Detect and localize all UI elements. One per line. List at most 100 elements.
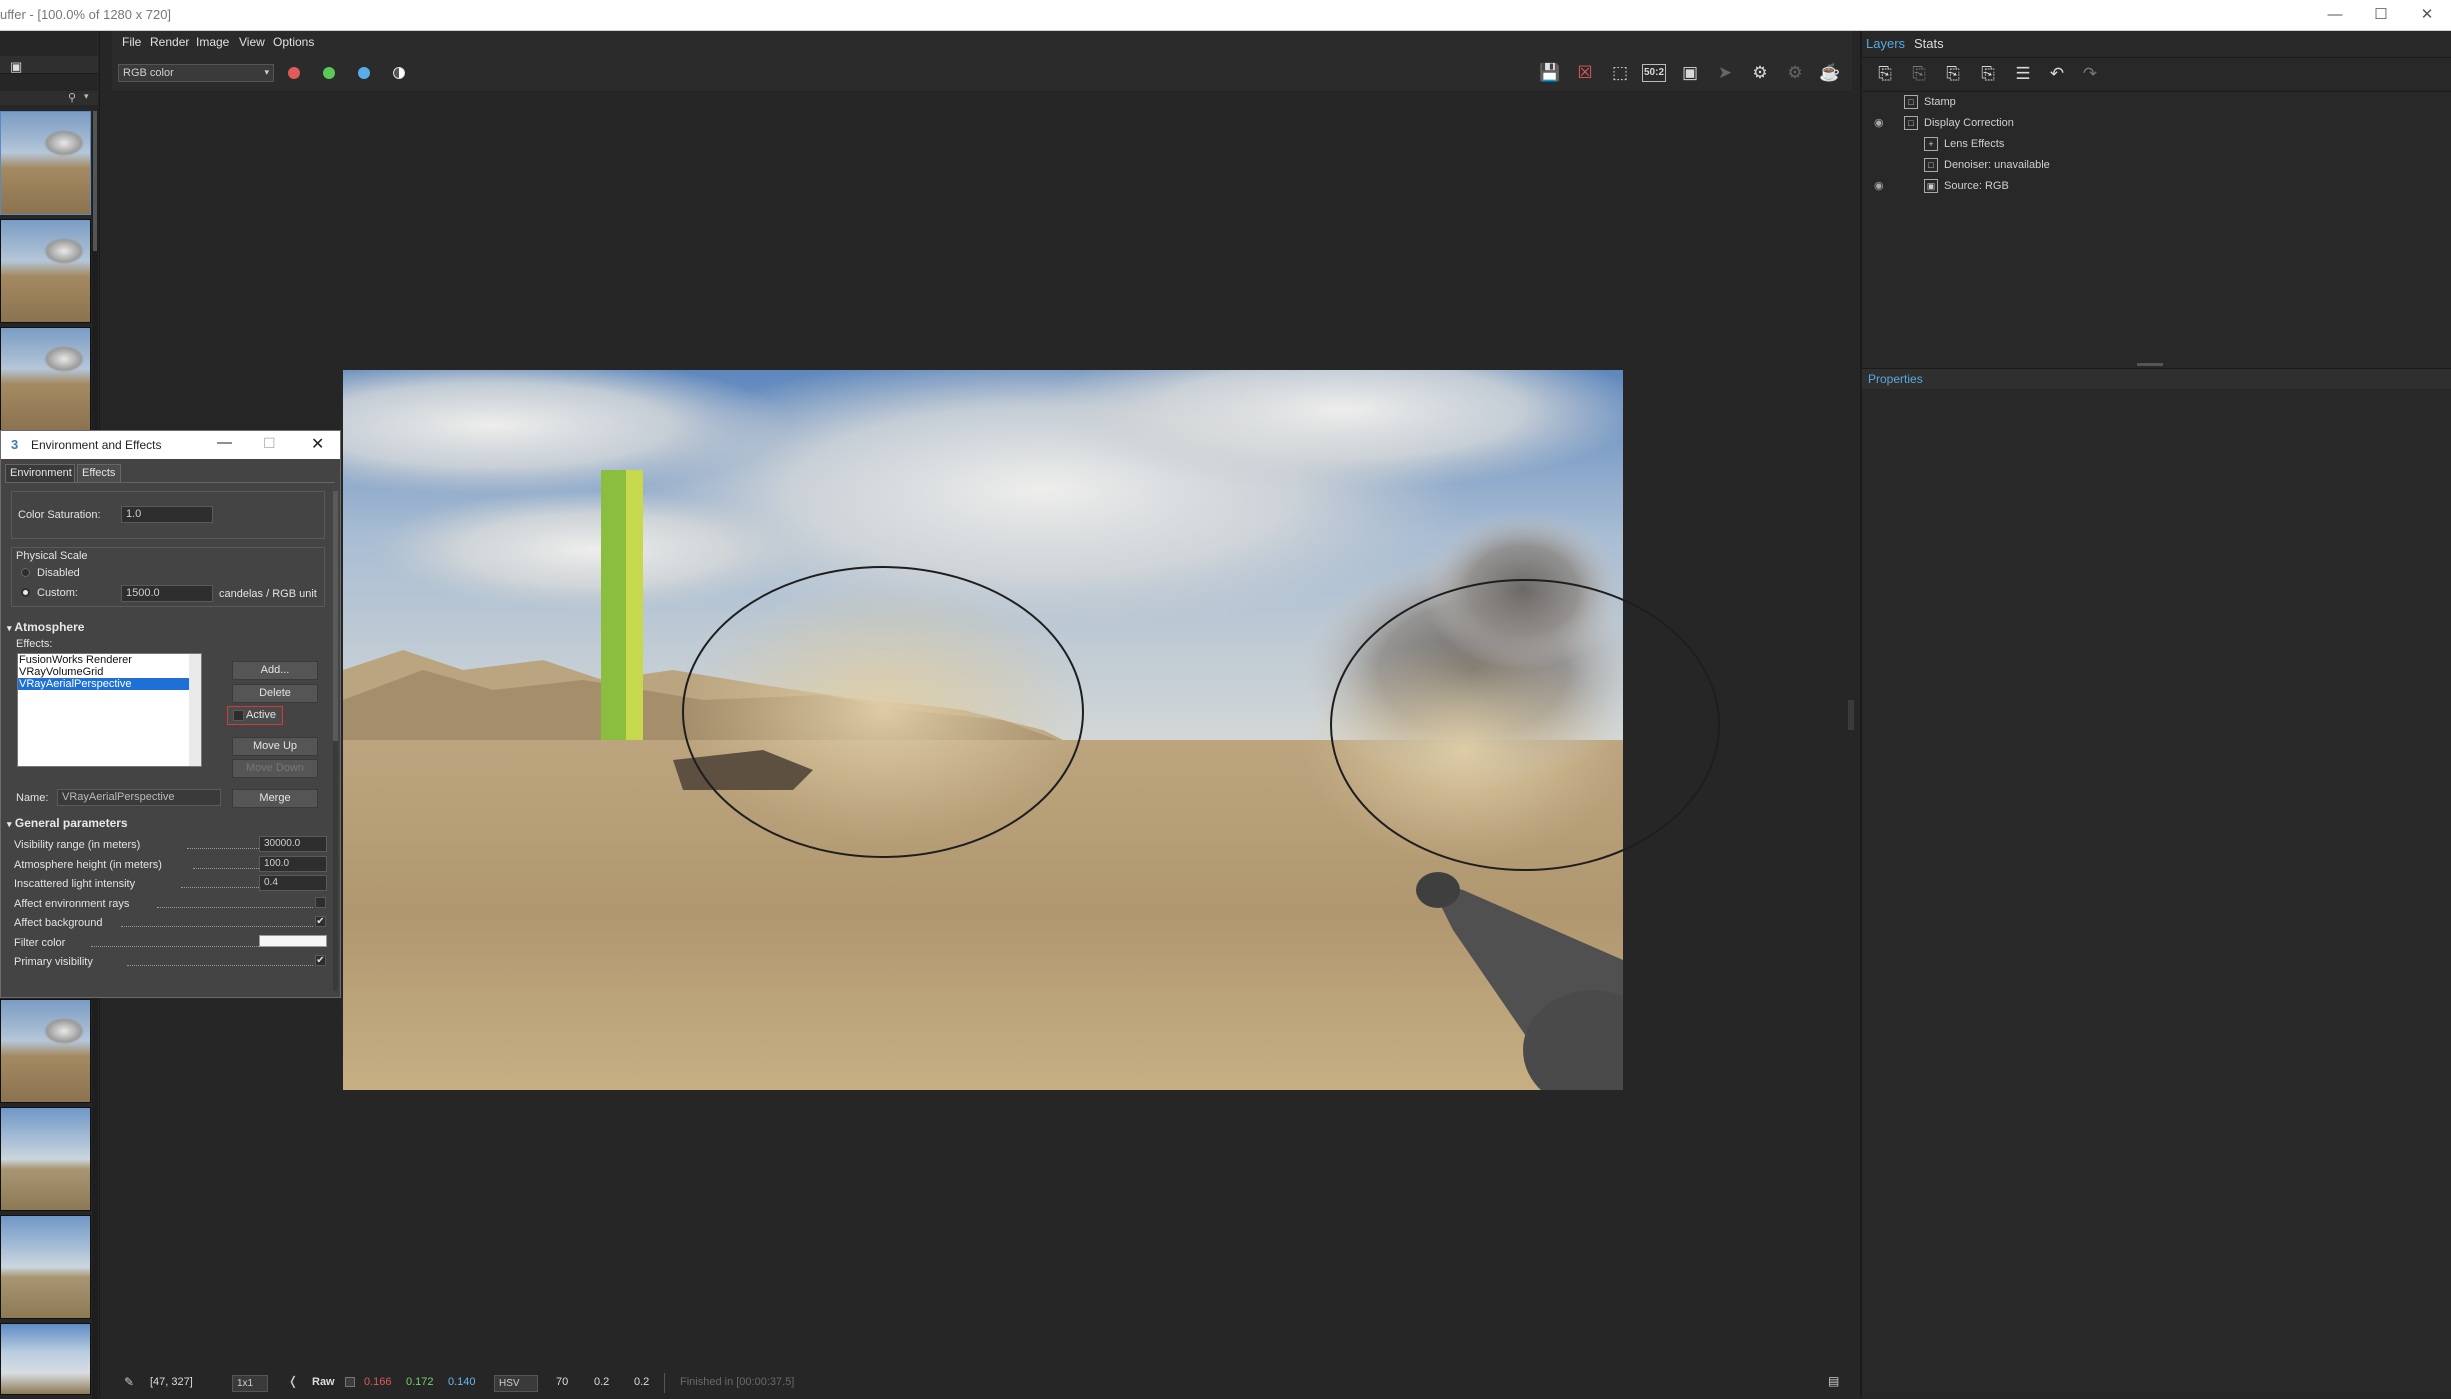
close-button[interactable]: ✕ [2404, 0, 2450, 31]
layer-row[interactable]: ◉ □ Display Correction [1862, 113, 2451, 134]
layer-load-icon[interactable]: ⎘ [1872, 61, 1898, 87]
param-spinner[interactable]: 0.4 [259, 875, 327, 891]
teapot-icon[interactable]: ☕ [1817, 60, 1843, 86]
atmosphere-header: Atmosphere [14, 620, 85, 634]
layer-save-icon[interactable]: ⎘ [1906, 61, 1932, 87]
red-channel-dot[interactable] [288, 67, 300, 79]
region-select-icon[interactable]: ⬚ [1607, 60, 1633, 86]
dialog-scrollbar[interactable] [333, 491, 338, 991]
history-thumbnail[interactable] [0, 219, 91, 323]
custom-radio[interactable] [21, 588, 30, 597]
alpha-channel-icon[interactable] [393, 67, 405, 79]
raw-label: Raw [312, 1376, 335, 1388]
param-spinner[interactable]: 30000.0 [259, 836, 327, 852]
clear-image-icon[interactable]: ☒ [1572, 60, 1598, 86]
add-effect-button[interactable]: Add... [232, 661, 318, 680]
interactive-render-icon[interactable]: ⚙ [1782, 60, 1808, 86]
menu-file[interactable]: File [122, 35, 141, 49]
move-up-button[interactable]: Move Up [232, 737, 318, 756]
effects-listbox[interactable]: FusionWorks Renderer VRayVolumeGrid VRayAe… [17, 653, 202, 767]
menu-options[interactable]: Options [273, 35, 314, 49]
merge-button[interactable]: Merge [232, 789, 318, 808]
panel-splitter[interactable] [2137, 363, 2163, 366]
image-icon[interactable]: ▣ [10, 59, 22, 75]
menu-render[interactable]: Render [150, 35, 189, 49]
pick-icon[interactable]: ✎ [124, 1375, 134, 1389]
chevron-down-icon: ▾ [264, 67, 269, 77]
layer-list-icon[interactable]: ☰ [2010, 61, 2036, 87]
channel-select[interactable]: RGB color ▾ [118, 64, 274, 82]
tab-layers[interactable]: Layers [1866, 36, 1905, 51]
history-thumbnail[interactable] [0, 999, 91, 1103]
effect-list-item[interactable]: VRayAerialPerspective [18, 678, 189, 690]
disabled-radio[interactable] [21, 568, 30, 577]
tab-effects[interactable]: Effects [77, 464, 121, 482]
layer-delete-icon[interactable]: ⎘ [1975, 61, 2001, 87]
chevron-down-icon[interactable]: ▾ [84, 91, 89, 102]
effects-label: Effects: [16, 638, 53, 650]
tab-environment[interactable]: Environment [5, 464, 75, 482]
history-thumbnail[interactable] [0, 1215, 91, 1319]
pixel-zoom-select[interactable]: 1x1 [232, 1375, 268, 1392]
layer-row[interactable]: □ Stamp [1862, 92, 2451, 113]
move-down-button[interactable]: Move Down [232, 759, 318, 778]
param-leader-dots [193, 860, 259, 869]
green-channel-dot[interactable] [323, 67, 335, 79]
param-spinner[interactable]: 100.0 [259, 855, 327, 872]
history-thumbnail[interactable] [0, 1107, 91, 1211]
eye-icon[interactable]: ◉ [1874, 179, 1884, 192]
render-teapot-icon[interactable]: ⚙ [1747, 60, 1773, 86]
effects-list-scrollbar[interactable] [189, 654, 201, 766]
active-checkbox[interactable]: Active [227, 706, 283, 725]
layer-tree: □ Stamp ◉ □ Display Correction + Lens Effects □… [1862, 92, 2451, 392]
param-checkbox[interactable] [315, 896, 326, 908]
colorspace-select[interactable]: HSV [494, 1375, 538, 1392]
filter-color-swatch[interactable] [259, 934, 327, 947]
cursor-coords: [47, 327] [150, 1376, 193, 1388]
atmosphere-rollout-header[interactable]: ▾ Atmosphere [7, 620, 333, 640]
pixel-zoom-value: 1x1 [237, 1378, 254, 1389]
param-checkbox[interactable]: ✔ [315, 955, 326, 966]
dialog-maximize-button[interactable]: ☐ [263, 435, 276, 452]
cursor-icon[interactable]: ➤ [1712, 60, 1738, 86]
layer-add-icon[interactable]: ⎘ [1940, 61, 1966, 87]
save-icon[interactable]: 💾 [1537, 60, 1563, 86]
history-thumbnail[interactable] [0, 111, 91, 215]
redo-icon[interactable]: ↷ [2077, 61, 2103, 87]
color-saturation-spinner[interactable]: 1.0 [121, 506, 213, 523]
undo-icon[interactable]: ↶ [2044, 61, 2070, 87]
general-parameters-rollout-header[interactable]: ▾ General parameters [7, 816, 333, 836]
eyedropper-icon[interactable]: ❬ [288, 1374, 298, 1388]
value-value: 0.2 [634, 1376, 650, 1388]
menu-image[interactable]: Image [196, 35, 229, 49]
blue-channel-dot[interactable] [358, 67, 370, 79]
effect-name-field[interactable]: VRayAerialPerspective [57, 789, 221, 806]
eye-icon[interactable]: ◉ [1874, 116, 1884, 129]
layer-row[interactable]: + Lens Effects [1862, 134, 2451, 155]
zoom-badge[interactable]: 50:2 [1642, 64, 1666, 82]
effect-list-item[interactable]: FusionWorks Renderer [18, 654, 189, 666]
search-icon[interactable]: ⚲ [68, 91, 76, 104]
layer-row[interactable]: □ Denoiser: unavailable [1862, 155, 2451, 176]
layer-type-icon: + [1924, 137, 1938, 151]
maximize-button[interactable]: ☐ [2358, 0, 2404, 31]
image-toolbar: RGB color ▾ 💾 ☒ ⬚ 50:2 ▣ ➤ ⚙ ⚙ ☕ [112, 55, 1852, 91]
region-render-icon[interactable]: ▣ [1677, 60, 1703, 86]
effect-list-item[interactable]: VRayVolumeGrid [18, 666, 189, 678]
layer-row[interactable]: ◉ ▣ Source: RGB [1862, 176, 2451, 197]
history-thumbnail[interactable] [0, 1323, 91, 1395]
tab-stats[interactable]: Stats [1914, 36, 1944, 51]
active-check-icon [233, 710, 244, 721]
param-checkbox[interactable]: ✔ [315, 916, 326, 927]
log-icon[interactable]: ▤ [1828, 1374, 1839, 1388]
custom-scale-spinner[interactable]: 1500.0 [121, 585, 213, 602]
dialog-close-button[interactable]: ✕ [311, 434, 324, 454]
window-title: uffer - [100.0% of 1280 x 720] [0, 7, 172, 22]
param-label: Visibility range (in meters) [14, 839, 141, 851]
dialog-minimize-button[interactable]: — [217, 434, 232, 451]
minimize-button[interactable]: — [2312, 0, 2358, 31]
panel-resize-handle[interactable] [1848, 700, 1854, 730]
menu-view[interactable]: View [239, 35, 265, 49]
delete-effect-button[interactable]: Delete [232, 684, 318, 703]
history-thumbnail[interactable] [0, 327, 91, 431]
